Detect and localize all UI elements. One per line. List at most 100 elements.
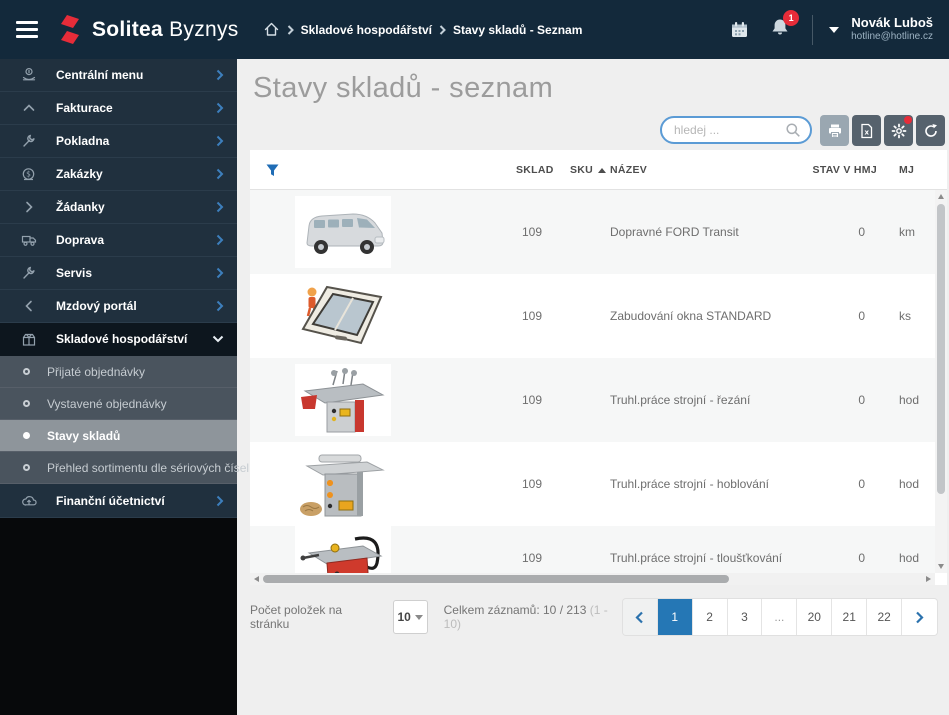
product-image xyxy=(295,526,391,573)
notifications-button[interactable]: 1 xyxy=(770,9,800,43)
per-page-value: 10 xyxy=(397,610,411,624)
sidebar-item-financni-ucetnictvi[interactable]: Finanční účetnictví xyxy=(0,484,237,518)
cell-stav-v-hmj: 0 xyxy=(858,309,865,323)
pagination-page-button[interactable]: 22 xyxy=(867,599,903,635)
vertical-scrollbar-thumb[interactable] xyxy=(937,204,945,494)
sidebar-item-mzdovy-portal[interactable]: Mzdový portál xyxy=(0,290,237,323)
table-row[interactable]: 109 Dopravné FORD Transit 0 km xyxy=(250,190,935,274)
table-row[interactable]: 109 Zabudování okna STANDARD 0 ks xyxy=(250,274,935,358)
sidebar-subitem-label: Vystavené objednávky xyxy=(47,396,167,411)
cell-mj: hod xyxy=(899,477,920,491)
pagination-page-button[interactable]: 21 xyxy=(832,599,868,635)
pagination-prev-button[interactable] xyxy=(622,599,658,635)
sidebar-item-label: Doprava xyxy=(56,233,105,247)
chevron-right-icon xyxy=(216,234,224,246)
cell-stav-v-hmj: 0 xyxy=(858,393,865,407)
refresh-button[interactable] xyxy=(916,115,945,146)
sidebar-item-fakturace[interactable]: Fakturace xyxy=(0,92,237,125)
pagination-next-button[interactable] xyxy=(902,599,937,635)
product-image xyxy=(295,280,391,352)
sidebar-item-skladove-hospodarstvi[interactable]: Skladové hospodářství xyxy=(0,323,237,356)
vertical-scrollbar[interactable] xyxy=(935,190,947,573)
sidebar-item-servis[interactable]: Servis xyxy=(0,257,237,290)
sidebar-subitem-stavy-skladu[interactable]: Stavy skladů xyxy=(0,420,237,452)
refresh-icon xyxy=(924,123,937,137)
column-header-stav-v-hmj[interactable]: STAV V HMJ xyxy=(813,150,877,190)
chevron-right-icon xyxy=(287,24,294,35)
sidebar-nav: Centrální menu Fakturace Pokladna $ Zaká… xyxy=(0,59,249,715)
column-header-sklad[interactable]: SKLAD xyxy=(516,150,554,190)
cell-sklad: 109 xyxy=(521,551,543,565)
calendar-icon[interactable] xyxy=(722,20,756,39)
radio-bullet-icon xyxy=(23,432,30,439)
excel-export-button[interactable]: x xyxy=(852,115,881,146)
per-page-label: Počet položek na stránku xyxy=(250,603,343,631)
sidebar-item-doprava[interactable]: Doprava xyxy=(0,224,237,257)
per-page-select[interactable]: 10 xyxy=(392,600,428,634)
home-icon[interactable] xyxy=(263,21,280,38)
stock-table: SKLAD SKU NÁZEV STAV V HMJ MJ 109 Doprav… xyxy=(250,150,947,585)
wrench-icon xyxy=(20,266,37,281)
sidebar-subitem-prehled-sortimentu[interactable]: Přehled sortimentu dle sériových čísel xyxy=(0,452,249,484)
chevron-left-icon xyxy=(20,299,37,313)
table-row[interactable]: 109 Truhl.práce strojní - řezání 0 hod xyxy=(250,358,935,442)
hand-coin-icon xyxy=(20,67,37,83)
scroll-left-arrow-icon[interactable] xyxy=(254,576,259,582)
cell-sklad: 109 xyxy=(521,309,543,323)
pagination-page-button[interactable]: 3 xyxy=(727,599,763,635)
search-input[interactable] xyxy=(674,123,785,137)
sidebar-subitem-label: Stavy skladů xyxy=(47,428,121,443)
sidebar-subitem-prijate-objednavky[interactable]: Přijaté objednávky xyxy=(0,356,237,388)
scroll-right-arrow-icon[interactable] xyxy=(926,576,931,582)
pagination-page-button[interactable]: 20 xyxy=(797,599,833,635)
app-header: Solitea Byznys Skladové hospodářství Sta… xyxy=(0,0,949,59)
pagination-page-button[interactable]: 1 xyxy=(657,599,693,635)
pagination: 1 2 3 ... 20 21 22 xyxy=(622,599,937,635)
radio-bullet-icon xyxy=(23,400,30,407)
sidebar-item-pokladna[interactable]: Pokladna xyxy=(0,125,237,158)
column-header-nazev[interactable]: NÁZEV xyxy=(610,150,647,190)
column-header-sku[interactable]: SKU xyxy=(570,150,607,190)
sidebar-item-zakazky[interactable]: $ Zakázky xyxy=(0,158,237,191)
pagination-page-button[interactable]: 2 xyxy=(692,599,728,635)
cell-mj: km xyxy=(899,225,915,239)
filter-button[interactable] xyxy=(265,150,280,190)
excel-export-icon: x xyxy=(861,123,873,138)
hamburger-menu-icon[interactable] xyxy=(16,17,38,42)
breadcrumb-item-current: Stavy skladů - Seznam xyxy=(452,22,583,37)
print-button[interactable] xyxy=(820,115,849,146)
sidebar-item-zadanky[interactable]: Žádanky xyxy=(0,191,237,224)
horizontal-scrollbar[interactable] xyxy=(250,573,935,585)
chevron-right-icon xyxy=(439,24,446,35)
ford-transit-van-image xyxy=(306,213,385,254)
chevron-down-icon[interactable] xyxy=(829,26,840,33)
sidebar-subitem-vystavene-objednavky[interactable]: Vystavené objednávky xyxy=(0,388,237,420)
breadcrumb-item[interactable]: Skladové hospodářství xyxy=(301,23,432,37)
search-icon[interactable] xyxy=(785,122,801,138)
package-icon xyxy=(20,332,37,347)
sidebar-item-centralni-menu[interactable]: Centrální menu xyxy=(0,59,237,92)
app-logo[interactable]: Solitea Byznys xyxy=(58,14,239,46)
column-header-mj[interactable]: MJ xyxy=(899,150,914,190)
cell-nazev: Zabudování okna STANDARD xyxy=(610,309,772,323)
chevron-right-icon xyxy=(216,201,224,213)
settings-gear-icon xyxy=(891,123,906,138)
chevron-right-icon xyxy=(20,200,37,214)
table-body: 109 Dopravné FORD Transit 0 km 109 Zabud… xyxy=(250,190,935,573)
chevron-up-icon xyxy=(20,101,37,115)
wrench-icon xyxy=(20,134,37,149)
search-box xyxy=(660,116,812,144)
cell-mj: hod xyxy=(899,393,920,407)
cell-stav-v-hmj: 0 xyxy=(858,551,865,565)
horizontal-scrollbar-thumb[interactable] xyxy=(263,575,729,583)
scroll-up-arrow-icon[interactable] xyxy=(938,194,944,199)
scroll-down-arrow-icon[interactable] xyxy=(938,564,944,569)
brand-text: Solitea Byznys xyxy=(92,17,239,41)
table-row[interactable]: 109 Truhl.práce strojní - hoblování 0 ho… xyxy=(250,442,935,526)
user-menu[interactable]: Novák Luboš hotline@hotline.cz xyxy=(851,15,933,44)
table-row[interactable]: 109 Truhl.práce strojní - tloušťkování 0… xyxy=(250,526,935,573)
sidebar-item-label: Pokladna xyxy=(56,134,110,148)
settings-button[interactable] xyxy=(884,115,913,146)
list-footer: Počet položek na stránku 10 Celkem zázna… xyxy=(250,597,937,637)
chevron-right-icon xyxy=(216,300,224,312)
